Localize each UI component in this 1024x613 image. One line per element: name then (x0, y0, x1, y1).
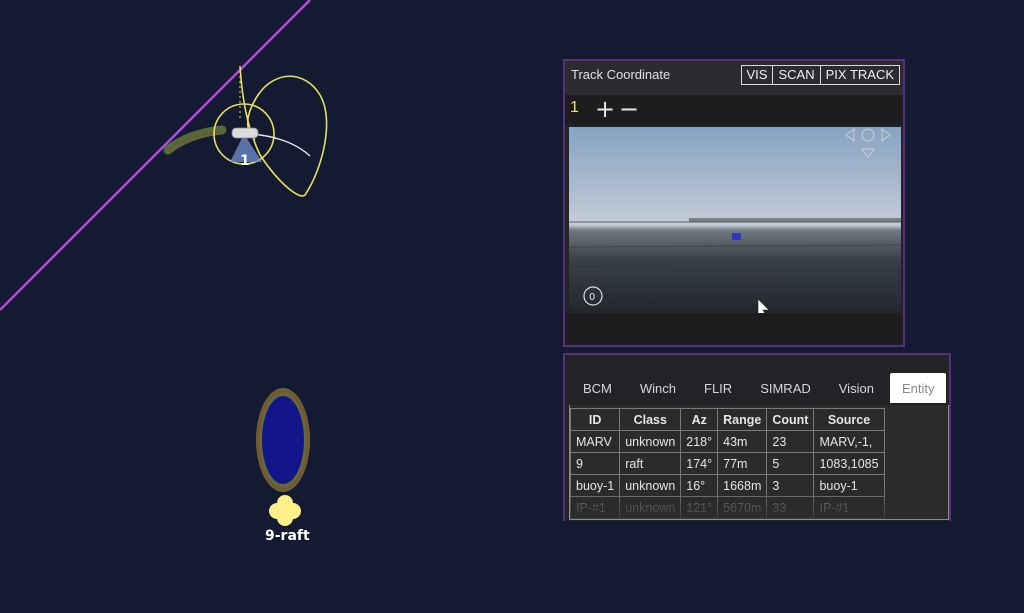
vessel-icon[interactable] (231, 127, 259, 139)
col-header-az[interactable]: Az (680, 408, 719, 431)
entity-table: ID Class Az Range Count Source MARV unkn… (570, 408, 885, 519)
track-coordinate-panel: Track Coordinate VIS SCAN PIX TRACK 1 + … (563, 59, 905, 347)
cell-source: buoy-1 (813, 474, 885, 497)
panel-header: Track Coordinate VIS SCAN PIX TRACK (565, 61, 903, 95)
pan-tilt-control[interactable] (845, 127, 891, 158)
table-row[interactable]: 9 raft 174° 77m 5 1083,1085 (570, 452, 885, 475)
cell-count: 33 (766, 496, 815, 519)
cell-id: MARV (570, 430, 621, 453)
cell-count: 5 (766, 452, 815, 475)
col-header-id[interactable]: ID (570, 408, 621, 431)
camera-toolbar: 1 + − (565, 95, 903, 125)
tab-bcm[interactable]: BCM (571, 373, 624, 403)
raft-heat-blob (262, 396, 304, 484)
tab-entity[interactable]: Entity (889, 373, 947, 403)
cell-range: 5670m (717, 496, 768, 519)
vis-button[interactable]: VIS (740, 65, 774, 85)
pix-track-button[interactable]: PIX TRACK (819, 65, 900, 85)
tab-winch[interactable]: Winch (628, 373, 688, 403)
cell-source: 1083,1085 (813, 452, 885, 475)
camera-footer (565, 313, 903, 345)
cell-class: unknown (619, 430, 682, 453)
detected-target[interactable] (732, 233, 741, 240)
cell-class: unknown (619, 496, 682, 519)
tab-bar: BCM Winch FLIR SIMRAD Vision Entity (571, 373, 950, 403)
tab-flir[interactable]: FLIR (692, 373, 744, 403)
cell-count: 23 (766, 430, 815, 453)
panel-title: Track Coordinate (571, 67, 671, 82)
camera-view[interactable]: 0 (569, 127, 901, 315)
cell-az: 218° (680, 430, 719, 453)
mode-buttons: VIS SCAN PIX TRACK (740, 65, 900, 85)
cell-range: 1668m (717, 474, 768, 497)
table-header-row: ID Class Az Range Count Source (570, 408, 885, 431)
cell-count: 3 (766, 474, 815, 497)
cell-az: 121° (680, 496, 719, 519)
cell-range: 77m (717, 452, 768, 475)
tab-simrad[interactable]: SIMRAD (748, 373, 823, 403)
col-header-source[interactable]: Source (813, 408, 885, 431)
svg-text:0: 0 (589, 292, 595, 303)
raft-label: 9-raft (265, 528, 310, 544)
cell-az: 174° (680, 452, 719, 475)
zoom-in-button[interactable]: + (595, 95, 615, 123)
cell-class: unknown (619, 474, 682, 497)
table-row[interactable]: buoy-1 unknown 16° 1668m 3 buoy-1 (570, 474, 885, 497)
table-row[interactable]: IP-#1 unknown 121° 5670m 33 IP-#1 (570, 496, 885, 519)
col-header-count[interactable]: Count (766, 408, 815, 431)
cell-id: 9 (570, 452, 621, 475)
tab-vision[interactable]: Vision (827, 373, 886, 403)
raft-marker-icon[interactable] (269, 495, 301, 526)
cell-id: buoy-1 (570, 474, 621, 497)
cell-range: 43m (717, 430, 768, 453)
boundary-line (0, 0, 311, 311)
cell-class: raft (619, 452, 682, 475)
cell-id: IP-#1 (570, 496, 621, 519)
vessel-label: 1 (240, 153, 250, 169)
zoom-out-button[interactable]: − (619, 95, 639, 123)
entity-table-container[interactable]: ID Class Az Range Count Source MARV unkn… (569, 405, 949, 520)
table-row[interactable]: MARV unknown 218° 43m 23 MARV,-1, (570, 430, 885, 453)
cell-az: 16° (680, 474, 719, 497)
data-panel: BCM Winch FLIR SIMRAD Vision Entity ID C… (563, 353, 951, 521)
camera-index: 1 (570, 99, 579, 116)
col-header-class[interactable]: Class (619, 408, 682, 431)
scan-button[interactable]: SCAN (772, 65, 821, 85)
camera-reset-icon[interactable]: 0 (583, 286, 603, 306)
col-header-range[interactable]: Range (717, 408, 768, 431)
cell-source: MARV,-1, (813, 430, 885, 453)
cell-source: IP-#1 (813, 496, 885, 519)
